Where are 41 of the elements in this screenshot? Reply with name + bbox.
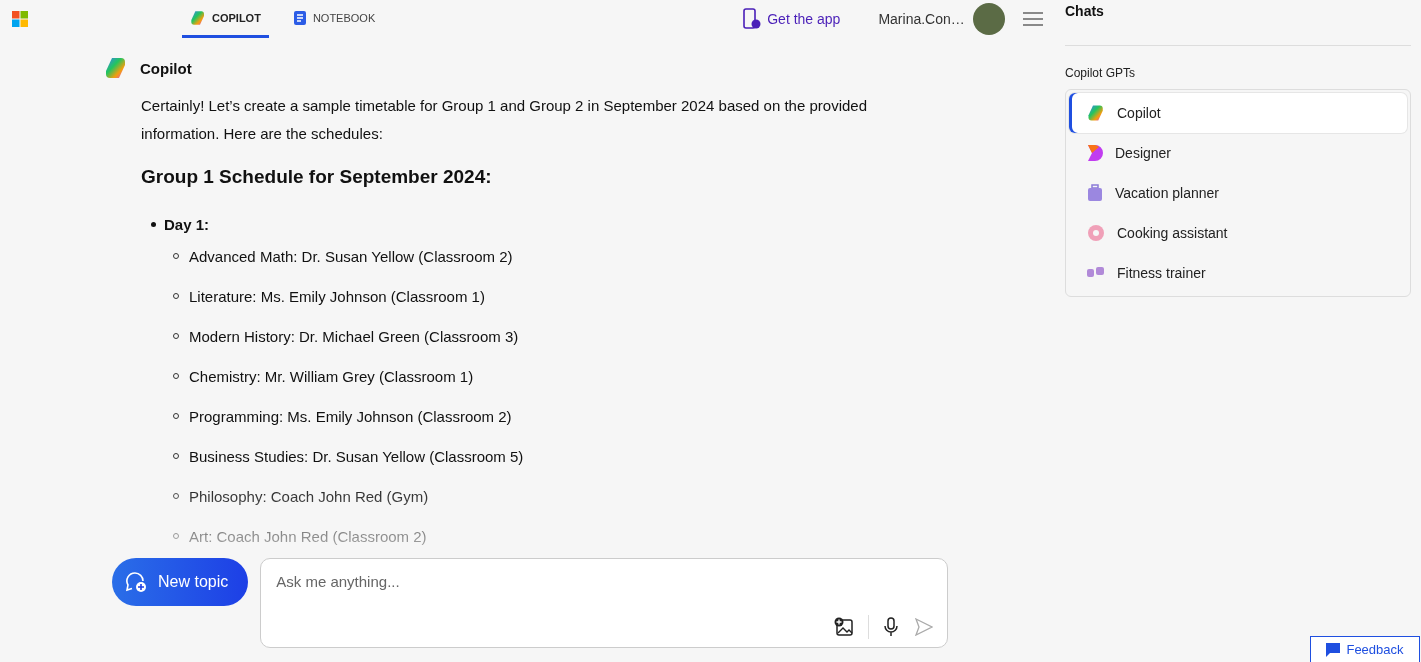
donut-icon bbox=[1087, 224, 1105, 242]
schedule-heading: Group 1 Schedule for September 2024: bbox=[141, 166, 493, 188]
message-text: Certainly! Let’s create a sample timetable for Group 1 and Group 2 in September 2024 based on the provided information. Here are the schedules: bbox=[141, 96, 868, 144]
schedule-item: Programming: Ms. Emily Johnson (Classroom 2) bbox=[189, 407, 512, 425]
tab[interactable]: NOTEBOOK bbox=[284, 0, 384, 38]
day-label: Day 1: bbox=[164, 215, 210, 233]
avatar[interactable] bbox=[972, 3, 1005, 35]
schedule-item: Modern History: Dr. Michael Green (Classroom 3) bbox=[189, 327, 519, 345]
schedule-item: Art: Coach John Red (Classroom 2) bbox=[189, 527, 427, 545]
section-label: Copilot GPTs bbox=[1065, 66, 1137, 80]
schedule-item: Philosophy: Coach John Red (Gym) bbox=[189, 487, 429, 505]
feedback-button[interactable]: Feedback bbox=[1310, 636, 1420, 662]
notebook-icon bbox=[292, 9, 307, 26]
menu-button[interactable] bbox=[1022, 12, 1043, 26]
send-icon bbox=[915, 618, 934, 636]
tab[interactable]: COPILOT bbox=[182, 0, 269, 38]
image-add-icon bbox=[834, 617, 855, 637]
get-app-link[interactable]: Get the app bbox=[743, 8, 841, 30]
gpt-item[interactable]: Fitness trainer bbox=[1069, 253, 1407, 293]
phone-icon bbox=[743, 8, 762, 30]
schedule-item: Advanced Math: Dr. Susan Yellow (Classroom 2) bbox=[189, 247, 513, 265]
chat-icon bbox=[1326, 642, 1341, 657]
schedule-item: Literature: Ms. Emily Johnson (Classroom 1) bbox=[189, 287, 485, 305]
schedule-item: Chemistry: Mr. William Grey (Classroom 1) bbox=[189, 367, 474, 385]
gpt-item[interactable]: Vacation planner bbox=[1069, 173, 1407, 213]
menu-icon bbox=[1022, 12, 1043, 26]
chat-input[interactable]: Ask me anything... bbox=[260, 558, 949, 648]
suitcase-icon bbox=[1087, 184, 1103, 202]
user-name[interactable]: Marina.Con… bbox=[878, 11, 965, 27]
chat-add-icon bbox=[124, 570, 148, 594]
gpt-item[interactable]: Copilot bbox=[1069, 93, 1407, 133]
input-field[interactable]: Ask me anything... bbox=[261, 559, 948, 590]
gpt-item[interactable]: Cooking assistant bbox=[1069, 213, 1407, 253]
microphone-icon bbox=[883, 617, 900, 637]
gpt-item[interactable]: Designer bbox=[1069, 133, 1407, 173]
sidebar-title: Chats bbox=[1065, 3, 1411, 46]
author-name: Copilot bbox=[140, 59, 192, 77]
microsoft-logo-icon[interactable] bbox=[12, 11, 28, 27]
schedule-item: Business Studies: Dr. Susan Yellow (Classroom 5) bbox=[189, 447, 524, 465]
new-topic-button[interactable]: New topic bbox=[112, 558, 249, 606]
bullet-icon bbox=[151, 221, 156, 227]
